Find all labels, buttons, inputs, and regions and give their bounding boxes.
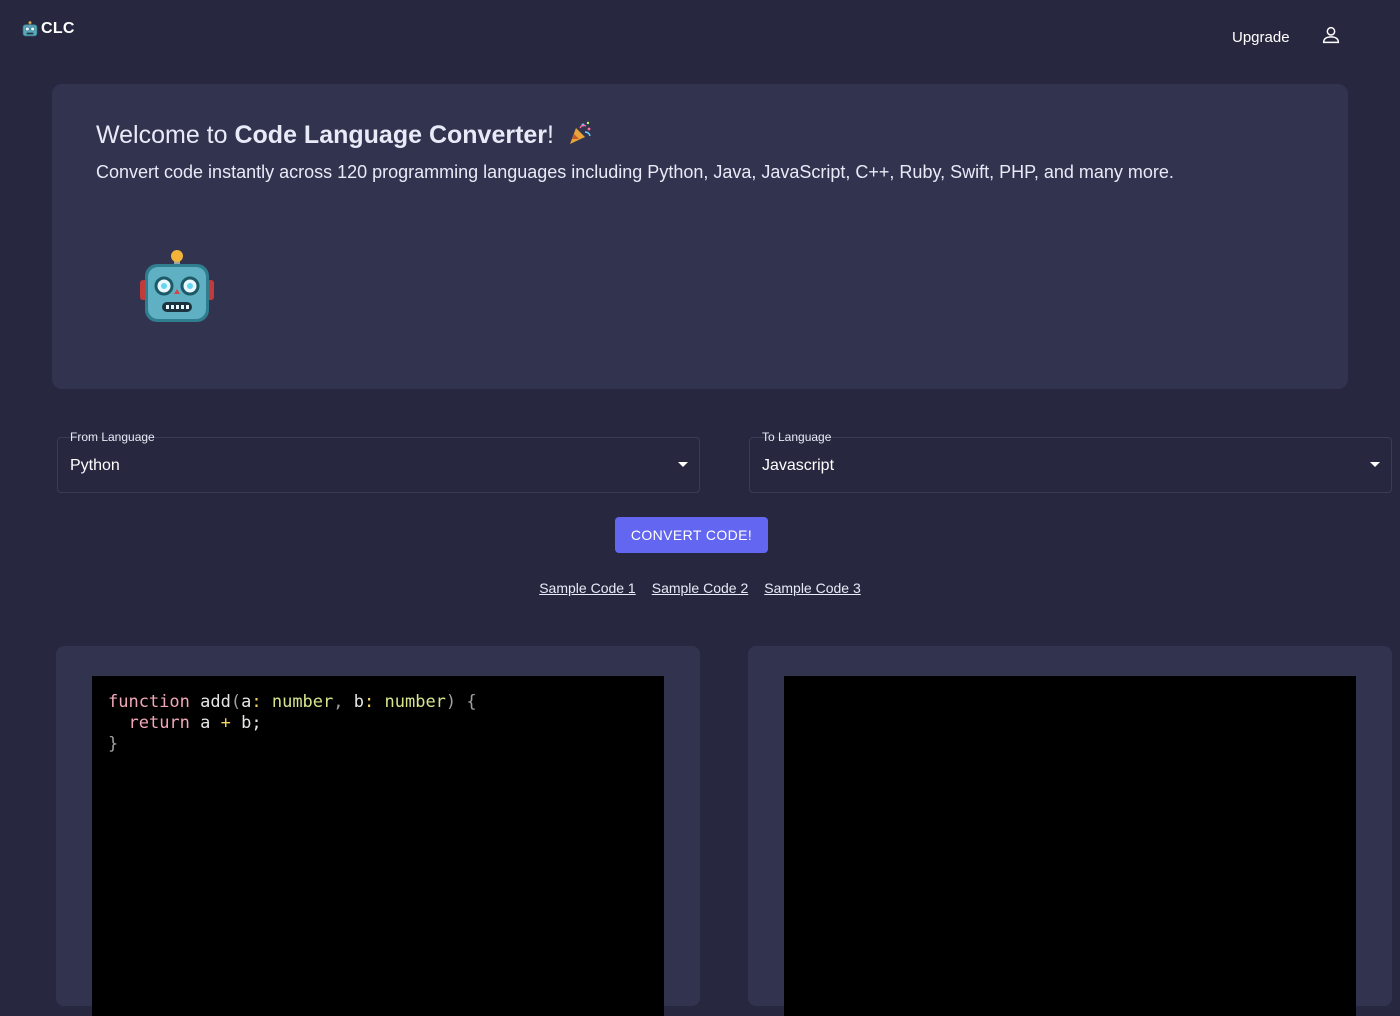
output-code-editor[interactable] (784, 676, 1356, 1016)
code-token: ) (445, 692, 457, 712)
input-code-text[interactable]: function add(a: number, b: number) { ret… (108, 692, 477, 755)
from-language-label: From Language (70, 430, 155, 444)
from-language-select[interactable]: From Language Python (57, 428, 700, 493)
sample-code-2-link[interactable]: Sample Code 2 (652, 580, 749, 596)
brand-logo[interactable]: CLC (21, 20, 75, 38)
convert-code-button[interactable]: CONVERT CODE! (615, 517, 768, 553)
code-token: : (364, 692, 375, 712)
code-line: } (108, 734, 477, 755)
code-token: a (241, 692, 252, 712)
input-code-editor[interactable]: function add(a: number, b: number) { ret… (92, 676, 664, 1016)
brand-name: CLC (41, 20, 75, 37)
welcome-title-prefix: Welcome to (96, 121, 235, 149)
sample-code-links: Sample Code 1 Sample Code 2 Sample Code … (0, 580, 1400, 596)
robot-icon (140, 250, 214, 322)
top-bar: CLC Upgrade (0, 0, 1400, 70)
to-language-select[interactable]: To Language Javascript (749, 428, 1392, 493)
code-token: + (220, 713, 231, 733)
input-code-panel: function add(a: number, b: number) { ret… (56, 646, 700, 1016)
code-token: return (128, 713, 190, 733)
code-token: b; (230, 713, 262, 733)
chevron-down-icon[interactable] (1370, 462, 1380, 467)
code-line: return a + b; (108, 713, 477, 734)
code-token: ( (230, 692, 242, 712)
code-token: add (189, 692, 231, 712)
robot-icon (22, 21, 38, 37)
upgrade-link[interactable]: Upgrade (1232, 29, 1290, 46)
from-language-box[interactable] (57, 437, 700, 493)
welcome-subtitle: Convert code instantly across 120 progra… (96, 162, 1174, 182)
chevron-down-icon[interactable] (678, 462, 688, 467)
code-token: { (466, 692, 477, 712)
to-language-value: Javascript (762, 457, 835, 474)
party-popper-icon (569, 121, 591, 144)
code-token: number (384, 692, 446, 712)
sample-code-3-link[interactable]: Sample Code 3 (764, 580, 861, 596)
from-language-value: Python (70, 457, 120, 474)
code-line: function add(a: number, b: number) { (108, 692, 477, 713)
welcome-title: Welcome to Code Language Converter! (96, 120, 593, 150)
code-token: a (189, 713, 221, 733)
welcome-card: Welcome to Code Language Converter! Conv… (52, 84, 1348, 389)
app-name: Code Language Converter (234, 121, 548, 149)
code-token: function (108, 692, 190, 712)
code-token: , (333, 692, 344, 712)
code-token: number (271, 692, 334, 712)
user-icon[interactable] (1320, 24, 1342, 46)
code-token: b (343, 692, 364, 712)
code-token: : (251, 692, 262, 712)
to-language-label: To Language (762, 430, 832, 444)
sample-code-1-link[interactable]: Sample Code 1 (539, 580, 636, 596)
output-code-panel (748, 646, 1392, 1016)
to-language-box[interactable] (749, 437, 1392, 493)
code-token: } (108, 734, 119, 754)
welcome-title-suffix: ! (547, 121, 554, 149)
